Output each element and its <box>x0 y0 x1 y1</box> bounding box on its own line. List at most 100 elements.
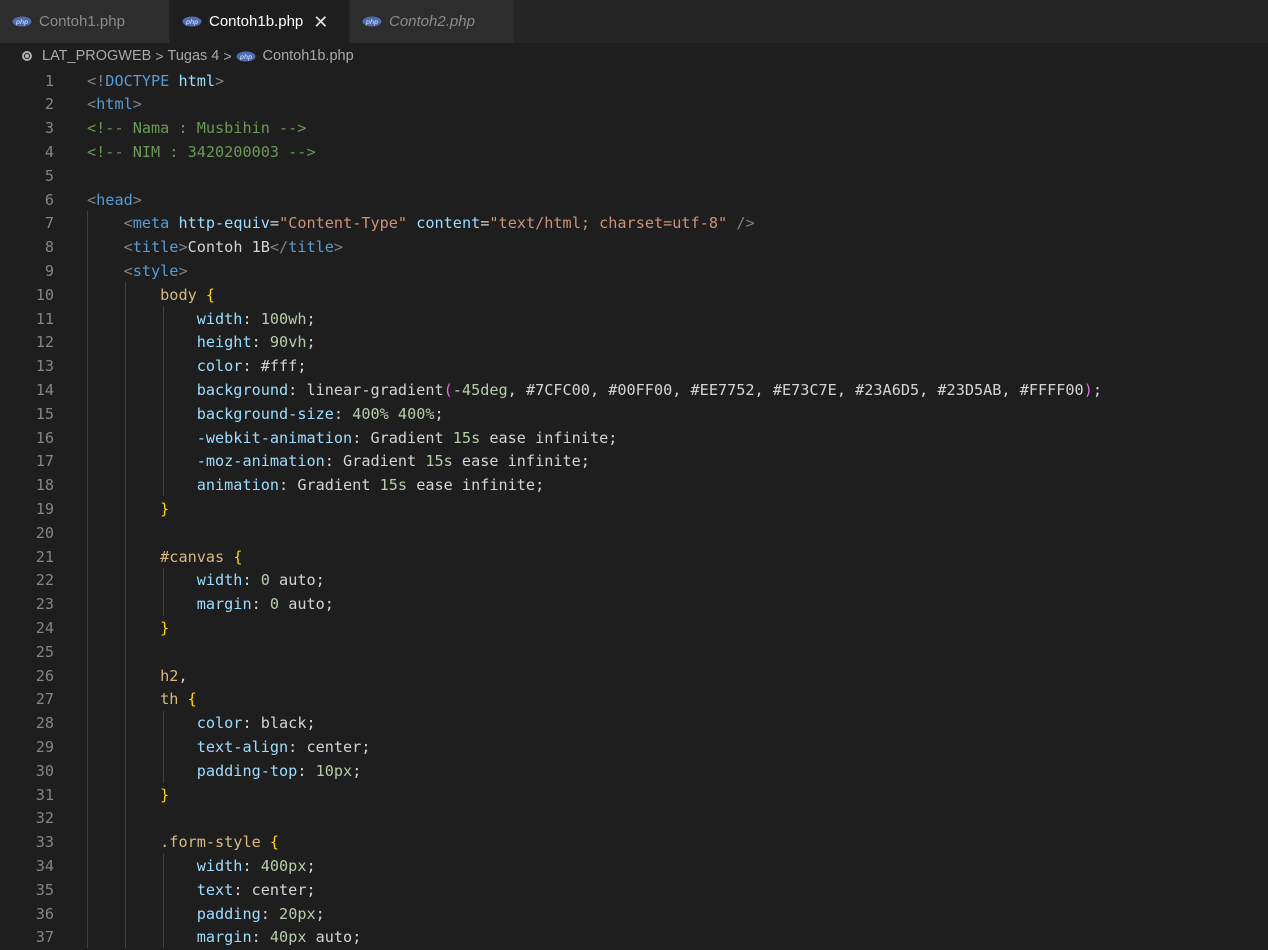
line-number: 11 <box>35 309 54 328</box>
line-number: 1 <box>44 71 54 90</box>
code-line[interactable]: 15 background-size: 400% 400%; <box>0 403 1268 427</box>
breadcrumb-folder[interactable]: Tugas 4 <box>168 48 220 64</box>
svg-text:php: php <box>185 18 198 26</box>
code-line[interactable]: 32 <box>0 807 1268 831</box>
code-text: <!-- Nama : Musbihin --> <box>87 119 307 138</box>
code-line[interactable]: 28 color: black; <box>0 712 1268 736</box>
code-text: background: linear-gradient(-45deg, #7CF… <box>196 380 1103 399</box>
code-line[interactable]: 30 padding-top: 10px; <box>0 760 1268 784</box>
line-number: 33 <box>35 833 54 852</box>
code-text: } <box>160 618 170 637</box>
code-text: h2, <box>160 666 188 685</box>
line-number: 32 <box>35 809 54 828</box>
code-text: } <box>160 785 170 804</box>
code-text: } <box>160 499 170 518</box>
code-line[interactable]: 13 color: #fff; <box>0 355 1268 379</box>
code-line[interactable]: 29 text-align: center; <box>0 736 1268 760</box>
code-text: width: 100wh; <box>196 309 316 328</box>
line-number: 6 <box>44 190 54 209</box>
line-number: 25 <box>35 642 54 661</box>
code-line[interactable]: 27 th { <box>0 688 1268 712</box>
line-number: 26 <box>35 666 54 685</box>
breadcrumb-file[interactable]: Contoh1b.php <box>263 48 354 64</box>
code-text: <head> <box>87 190 142 209</box>
code-line[interactable]: 16 -webkit-animation: Gradient 15s ease … <box>0 427 1268 451</box>
line-number: 17 <box>35 452 54 471</box>
tab-label: Contoh1.php <box>39 13 125 30</box>
code-line[interactable]: 24 } <box>0 617 1268 641</box>
line-number: 35 <box>35 880 54 899</box>
code-line[interactable]: 6 <head> <box>0 189 1268 213</box>
code-line[interactable]: 20 <box>0 522 1268 546</box>
code-line[interactable]: 35 text: center; <box>0 879 1268 903</box>
line-number: 14 <box>35 380 54 399</box>
code-line[interactable]: 22 width: 0 auto; <box>0 569 1268 593</box>
code-text: <meta http-equiv="Content-Type" content=… <box>123 214 755 233</box>
code-line[interactable]: 11 width: 100wh; <box>0 308 1268 332</box>
code-text: width: 0 auto; <box>196 571 325 590</box>
code-line[interactable]: 18 animation: Gradient 15s ease infinite… <box>0 474 1268 498</box>
svg-text:php: php <box>15 18 28 26</box>
code-text: <html> <box>87 95 142 114</box>
code-text: margin: 40px auto; <box>196 928 362 947</box>
code-line[interactable]: 36 padding: 20px; <box>0 903 1268 927</box>
breadcrumb-root[interactable]: LAT_PROGWEB <box>42 48 151 64</box>
code-line[interactable]: 9 <style> <box>0 260 1268 284</box>
line-number: 3 <box>44 119 54 138</box>
code-text: #canvas { <box>160 547 243 566</box>
tab-label: Contoh1b.php <box>209 13 304 30</box>
code-text: margin: 0 auto; <box>196 595 334 614</box>
code-line[interactable]: 26 h2, <box>0 665 1268 689</box>
tab-contoh1b[interactable]: php Contoh1b.php ✕ <box>170 0 350 43</box>
tab-contoh1[interactable]: php Contoh1.php <box>0 0 170 43</box>
code-text: width: 400px; <box>196 856 316 875</box>
line-number: 7 <box>44 214 54 233</box>
code-line[interactable]: 19 } <box>0 498 1268 522</box>
line-number: 4 <box>44 142 54 161</box>
code-line[interactable]: 7 <meta http-equiv="Content-Type" conten… <box>0 212 1268 236</box>
line-number: 36 <box>35 904 54 923</box>
code-line[interactable]: 1 <!DOCTYPE html> <box>0 70 1268 94</box>
code-text: .form-style { <box>160 833 280 852</box>
line-number: 8 <box>44 238 54 257</box>
line-number: 20 <box>35 523 54 542</box>
code-line[interactable]: 3 <!-- Nama : Musbihin --> <box>0 117 1268 141</box>
code-text: color: black; <box>196 714 316 733</box>
line-number: 9 <box>44 261 54 280</box>
code-line[interactable]: 10 body { <box>0 284 1268 308</box>
chevron-right-icon: > <box>155 48 164 64</box>
line-number: 18 <box>35 476 54 495</box>
line-number: 10 <box>35 285 54 304</box>
line-number: 5 <box>44 166 54 185</box>
code-line[interactable]: 37 margin: 40px auto; <box>0 926 1268 950</box>
php-file-icon: php <box>182 16 202 27</box>
code-line[interactable]: 25 <box>0 641 1268 665</box>
code-text: text-align: center; <box>196 737 371 756</box>
code-line[interactable]: 23 margin: 0 auto; <box>0 593 1268 617</box>
line-number: 13 <box>35 357 54 376</box>
code-text: text: center; <box>196 880 316 899</box>
code-line[interactable]: 12 height: 90vh; <box>0 331 1268 355</box>
code-text: <!-- NIM : 3420200003 --> <box>87 142 316 161</box>
code-line[interactable]: 21 #canvas { <box>0 546 1268 570</box>
tab-contoh2[interactable]: php Contoh2.php <box>350 0 515 43</box>
code-line[interactable]: 2 <html> <box>0 93 1268 117</box>
code-line[interactable]: 33 .form-style { <box>0 831 1268 855</box>
folder-root-icon <box>22 51 32 61</box>
code-line[interactable]: 17 -moz-animation: Gradient 15s ease inf… <box>0 450 1268 474</box>
code-text: <title>Contoh 1B</title> <box>123 238 344 257</box>
code-line[interactable]: 31 } <box>0 784 1268 808</box>
code-editor[interactable]: 1 <!DOCTYPE html> 2 <html> 3 <!-- Nama : Musb… <box>0 69 1268 948</box>
code-line[interactable]: 14 background: linear-gradient(-45deg, #… <box>0 379 1268 403</box>
line-number: 23 <box>35 595 54 614</box>
code-line[interactable]: 8 <title>Contoh 1B</title> <box>0 236 1268 260</box>
line-number: 19 <box>35 499 54 518</box>
code-line[interactable]: 4 <!-- NIM : 3420200003 --> <box>0 141 1268 165</box>
line-number: 22 <box>35 571 54 590</box>
code-line[interactable]: 34 width: 400px; <box>0 855 1268 879</box>
code-line[interactable]: 5 <box>0 165 1268 189</box>
close-tab-icon[interactable]: ✕ <box>313 13 328 31</box>
code-text: color: #fff; <box>196 357 307 376</box>
line-number: 34 <box>35 856 54 875</box>
line-number: 37 <box>35 928 54 947</box>
